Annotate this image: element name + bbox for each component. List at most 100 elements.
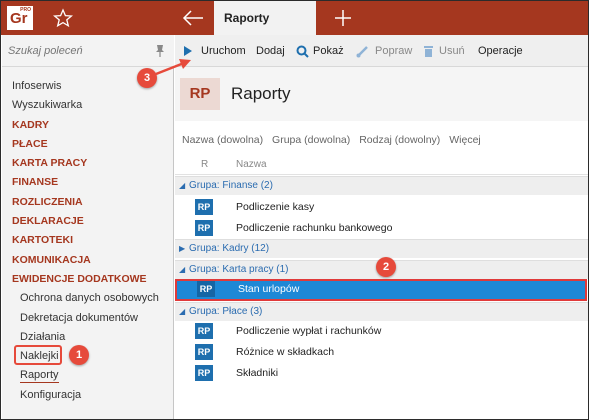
report-icon: RP [195, 199, 213, 215]
report-icon: RP [197, 281, 215, 297]
tab-raporty-label: Raporty [224, 11, 270, 25]
group-label: Grupa: [189, 180, 220, 191]
sidebar-item-karta-pracy[interactable]: KARTA PRACY [2, 154, 174, 173]
collapsed-triangle-icon: ▶ [179, 244, 186, 253]
report-name: Podliczenie rachunku bankowego [236, 222, 393, 234]
list-item[interactable]: RP Podliczenie rachunku bankowego [175, 218, 588, 239]
list-item[interactable]: RP Składniki [175, 363, 588, 384]
report-icon: RP [195, 365, 213, 381]
sidebar-item-ewidencje-dodatkowe[interactable]: EWIDENCJE DODATKOWE [2, 270, 174, 289]
command-search [2, 35, 174, 67]
sidebar-item-label: FINANSE [12, 176, 59, 189]
sidebar-item-wyszukiwarka[interactable]: Wyszukiwarka [2, 96, 174, 115]
delete-button[interactable]: Usuń [423, 35, 469, 67]
sidebar-item-label: Działania [20, 330, 66, 343]
sidebar-item-label: Wyszukiwarka [12, 99, 83, 112]
list-item[interactable]: RP Podliczenie wypłat i rachunków [175, 321, 588, 342]
report-name: Podliczenie kasy [236, 201, 315, 213]
group-name: Płace (3) [222, 306, 263, 317]
sidebar-item-label: KARTOTEKI [12, 234, 74, 247]
sidebar-item-place[interactable]: PŁACE [2, 135, 174, 154]
trash-icon [424, 46, 433, 57]
sidebar-item-dekretacja[interactable]: Dekretacja dokumentów [2, 309, 174, 328]
sidebar-item-kartoteki[interactable]: KARTOTEKI [2, 231, 174, 250]
show-button[interactable]: Pokaż [296, 35, 348, 67]
pin-icon[interactable] [154, 44, 166, 58]
group-name: Kadry (12) [222, 243, 270, 254]
delete-label: Usuń [439, 45, 465, 57]
sidebar-item-konfiguracja[interactable]: Konfiguracja [2, 386, 174, 405]
tab-raporty[interactable]: Raporty [214, 1, 316, 35]
add-label: Dodaj [256, 45, 285, 57]
sidebar-item-deklaracje[interactable]: DEKLARACJE [2, 212, 174, 231]
group-label: Grupa: [189, 306, 220, 317]
sidebar-item-komunikacja[interactable]: KOMUNIKACJA [2, 251, 174, 270]
sidebar-item-label: KARTA PRACY [12, 157, 88, 170]
search-icon [296, 45, 309, 58]
report-name: Stan urlopów [238, 283, 300, 295]
page-badge: RP [180, 78, 220, 110]
filter-bar: Nazwa (dowolna) Grupa (dowolna) Rodzaj (… [182, 134, 487, 146]
sidebar-item-label: EWIDENCJE DODATKOWE [12, 272, 147, 285]
group-row-place[interactable]: ◢ Grupa: Płace (3) [175, 302, 588, 321]
toolbar: Uruchom Dodaj Pokaż Popraw Usuń Operacje [175, 35, 588, 67]
app-logo[interactable]: Gr PRO [7, 6, 33, 30]
list-item[interactable]: RP Podliczenie kasy [175, 197, 588, 218]
group-row-kadry[interactable]: ▶ Grupa: Kadry (12) [175, 239, 588, 258]
column-r[interactable]: R [201, 159, 208, 170]
report-icon: RP [195, 344, 213, 360]
group-label: Grupa: [189, 264, 220, 275]
edit-label: Popraw [375, 45, 413, 57]
callout-1: 1 [69, 345, 89, 365]
back-arrow-icon[interactable] [181, 8, 205, 28]
list-item[interactable]: RP Różnice w składkach [175, 342, 588, 363]
add-button[interactable]: Dodaj [256, 35, 288, 67]
sidebar-item-ochrona-danych[interactable]: Ochrona danych osobowych [2, 289, 174, 308]
sidebar-item-label: PŁACE [12, 137, 48, 150]
filter-kind[interactable]: Rodzaj (dowolny) [359, 134, 440, 146]
sidebar-item-label: KOMUNIKACJA [12, 253, 91, 266]
sidebar-item-label: Ochrona danych osobowych [20, 292, 159, 305]
edit-button[interactable]: Popraw [356, 35, 416, 67]
group-row-finanse[interactable]: ◢ Grupa: Finanse (2) [175, 176, 588, 195]
column-header: R Nazwa [175, 155, 588, 175]
sidebar-item-label: Raporty [20, 369, 59, 384]
operations-button[interactable]: Operacje [478, 35, 526, 67]
play-icon [184, 46, 192, 56]
group-label: Grupa: [189, 243, 220, 254]
sidebar-item-label: Infoserwis [12, 80, 62, 92]
report-name: Różnice w składkach [236, 346, 335, 358]
run-label: Uruchom [201, 45, 246, 57]
show-label: Pokaż [313, 45, 344, 57]
sidebar-item-label: Dekretacja dokumentów [20, 311, 139, 324]
group-name: Karta pracy (1) [222, 264, 289, 275]
sidebar-item-finanse[interactable]: FINANSE [2, 173, 174, 192]
page-title: Raporty [231, 84, 291, 103]
report-name: Podliczenie wypłat i rachunków [236, 325, 382, 337]
command-search-input[interactable] [8, 43, 148, 59]
filter-name[interactable]: Nazwa (dowolna) [182, 134, 263, 146]
column-name[interactable]: Nazwa [236, 159, 267, 170]
report-name: Składniki [236, 367, 279, 379]
expanded-triangle-icon: ◢ [179, 265, 186, 274]
brush-icon [356, 46, 368, 58]
star-icon[interactable] [53, 8, 73, 28]
sidebar-item-label: KADRY [12, 118, 49, 131]
raporty-highlight-box [14, 345, 62, 365]
sidebar-item-kadry[interactable]: KADRY [2, 116, 174, 135]
run-button[interactable]: Uruchom [181, 35, 247, 67]
page-header: RP Raporty [175, 67, 588, 121]
filter-more[interactable]: Więcej [449, 134, 481, 146]
expanded-triangle-icon: ◢ [179, 181, 186, 190]
list-item-selected[interactable]: RP Stan urlopów [175, 279, 587, 301]
sidebar-item-raporty[interactable]: Raporty [2, 366, 174, 385]
sidebar-item-label: DEKLARACJE [12, 215, 84, 228]
sidebar-item-label: Konfiguracja [20, 388, 82, 401]
group-name: Finanse (2) [222, 180, 273, 191]
filter-group[interactable]: Grupa (dowolna) [272, 134, 350, 146]
operations-label: Operacje [478, 45, 523, 57]
app-window: Gr PRO Raporty Infoserwis Wyszukiwarka K… [0, 0, 589, 420]
sidebar-item-rozliczenia[interactable]: ROZLICZENIA [2, 193, 174, 212]
sidebar-item-label: ROZLICZENIA [12, 195, 83, 208]
plus-icon[interactable] [333, 8, 353, 28]
